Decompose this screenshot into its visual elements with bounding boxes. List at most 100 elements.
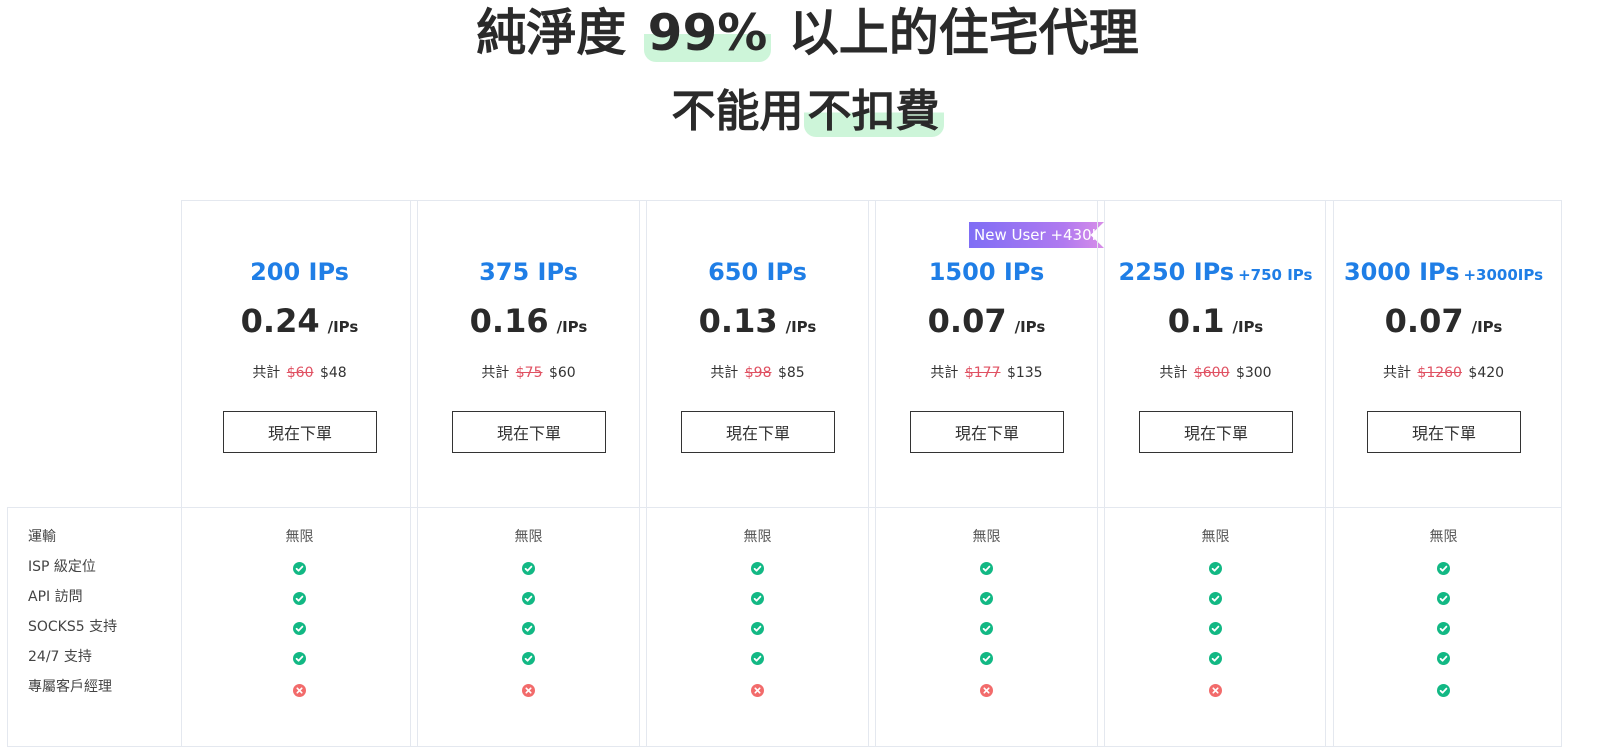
x-circle-icon	[522, 683, 535, 697]
x-circle-icon	[751, 683, 764, 697]
feature-traffic-value: 無限	[514, 529, 543, 545]
feature-cell	[1326, 613, 1561, 643]
feature-cell	[1326, 553, 1561, 583]
subheadline-highlight: 不扣費	[803, 86, 944, 137]
plan-unit-price: 0.16/IPs	[411, 301, 646, 347]
x-circle-icon	[293, 683, 306, 697]
check-circle-icon	[980, 621, 993, 635]
plan-ip-count: 200 IPs	[182, 257, 417, 287]
plan-price-value: 0.16	[469, 302, 549, 340]
check-circle-icon	[522, 591, 535, 605]
feature-label-traffic: 運輸	[28, 529, 56, 545]
discount-price: $85	[777, 365, 805, 381]
check-circle-icon	[1209, 651, 1222, 665]
check-circle-icon	[980, 651, 993, 665]
plan-total: 共計 $177 $135	[869, 363, 1104, 383]
check-circle-icon	[522, 621, 535, 635]
plan-card: 375 IPs 0.16/IPs 共計 $75 $60 現在下單 無限	[410, 200, 647, 747]
feature-labels: 運輸 ISP 級定位 API 訪問 SOCKS5 支持 24/7 支持 專屬客戶…	[7, 507, 188, 747]
plan-summary: 200 IPs 0.24/IPs 共計 $60 $48 現在下單	[182, 201, 417, 508]
feature-cell	[869, 675, 1104, 705]
plan-features: 無限	[640, 507, 875, 749]
feature-cell	[1326, 583, 1561, 613]
check-circle-icon	[751, 591, 764, 605]
total-label: 共計	[1382, 365, 1411, 381]
feature-cell	[411, 583, 646, 613]
x-circle-icon	[1209, 683, 1222, 697]
check-circle-icon	[1437, 561, 1450, 575]
plan-price-value: 0.07	[927, 302, 1007, 340]
discount-price: $48	[319, 365, 347, 381]
check-circle-icon	[293, 561, 306, 575]
check-circle-icon	[522, 561, 535, 575]
total-label: 共計	[930, 365, 959, 381]
original-price: $1260	[1417, 365, 1462, 381]
feature-label-support: 24/7 支持	[28, 649, 92, 665]
feature-cell	[640, 643, 875, 673]
total-label: 共計	[710, 365, 739, 381]
plan-price-unit: /IPs	[1471, 318, 1503, 336]
plan-ips: 2250 IPs	[1118, 258, 1235, 286]
feature-traffic-value: 無限	[1429, 529, 1458, 545]
check-circle-icon	[293, 621, 306, 635]
plan-ips: 200 IPs	[250, 258, 349, 286]
order-now-button[interactable]: 現在下單	[223, 411, 377, 453]
feature-cell	[1098, 553, 1333, 583]
plan-features: 無限	[869, 507, 1104, 749]
plan-price-value: 0.13	[698, 302, 778, 340]
feature-cell	[182, 643, 417, 673]
plan-total: 共計 $1260 $420	[1326, 363, 1561, 383]
feature-cell	[1326, 643, 1561, 673]
feature-cell	[411, 553, 646, 583]
headline-highlight: 99%	[643, 4, 772, 62]
check-circle-icon	[1209, 561, 1222, 575]
plan-summary: 650 IPs 0.13/IPs 共計 $98 $85 現在下單	[640, 201, 875, 508]
plan-card: 3000 IPs +3000IPs 0.07/IPs 共計 $1260 $420 現在下…	[1325, 200, 1562, 747]
discount-price: $300	[1235, 365, 1272, 381]
plan-ips: 650 IPs	[708, 258, 807, 286]
plan-features: 無限	[1098, 507, 1333, 749]
original-price: $177	[964, 365, 1001, 381]
feature-cell	[1098, 675, 1333, 705]
plan-price-unit: /IPs	[1232, 318, 1264, 336]
check-circle-icon	[751, 621, 764, 635]
feature-traffic-value: 無限	[743, 529, 772, 545]
plan-bonus: +3000IPs	[1463, 266, 1544, 284]
check-circle-icon	[1437, 621, 1450, 635]
feature-cell	[869, 643, 1104, 673]
order-now-button[interactable]: 現在下單	[452, 411, 606, 453]
plan-price-value: 0.1	[1167, 302, 1225, 340]
check-circle-icon	[522, 651, 535, 665]
discount-price: $135	[1006, 365, 1043, 381]
order-now-button[interactable]: 現在下單	[910, 411, 1064, 453]
feature-cell	[1098, 643, 1333, 673]
check-circle-icon	[293, 591, 306, 605]
feature-cell	[182, 675, 417, 705]
check-circle-icon	[1209, 591, 1222, 605]
plan-unit-price: 0.1/IPs	[1098, 301, 1333, 347]
plan-unit-price: 0.13/IPs	[640, 301, 875, 347]
feature-traffic-value: 無限	[285, 529, 314, 545]
feature-cell	[640, 553, 875, 583]
plan-total: 共計 $60 $48	[182, 363, 417, 383]
plan-summary: 2250 IPs +750 IPs 0.1/IPs 共計 $600 $300 現在下單	[1098, 201, 1333, 508]
original-price: $75	[515, 365, 543, 381]
plan-price-unit: /IPs	[556, 318, 588, 336]
feature-cell	[182, 553, 417, 583]
feature-cell	[1098, 583, 1333, 613]
headline-prefix: 純淨度	[476, 4, 644, 62]
original-price: $600	[1193, 365, 1230, 381]
total-label: 共計	[1159, 365, 1188, 381]
feature-cell	[182, 583, 417, 613]
discount-price: $60	[548, 365, 576, 381]
plan-features: 無限	[411, 507, 646, 749]
feature-cell	[411, 643, 646, 673]
headline: 純淨度 99% 以上的住宅代理	[0, 2, 1615, 64]
feature-cell	[411, 613, 646, 643]
order-now-button[interactable]: 現在下單	[1367, 411, 1521, 453]
order-now-button[interactable]: 現在下單	[681, 411, 835, 453]
plan-card: 200 IPs 0.24/IPs 共計 $60 $48 現在下單 無限	[181, 200, 418, 747]
plan-total: 共計 $75 $60	[411, 363, 646, 383]
order-now-button[interactable]: 現在下單	[1139, 411, 1293, 453]
feature-cell	[640, 583, 875, 613]
